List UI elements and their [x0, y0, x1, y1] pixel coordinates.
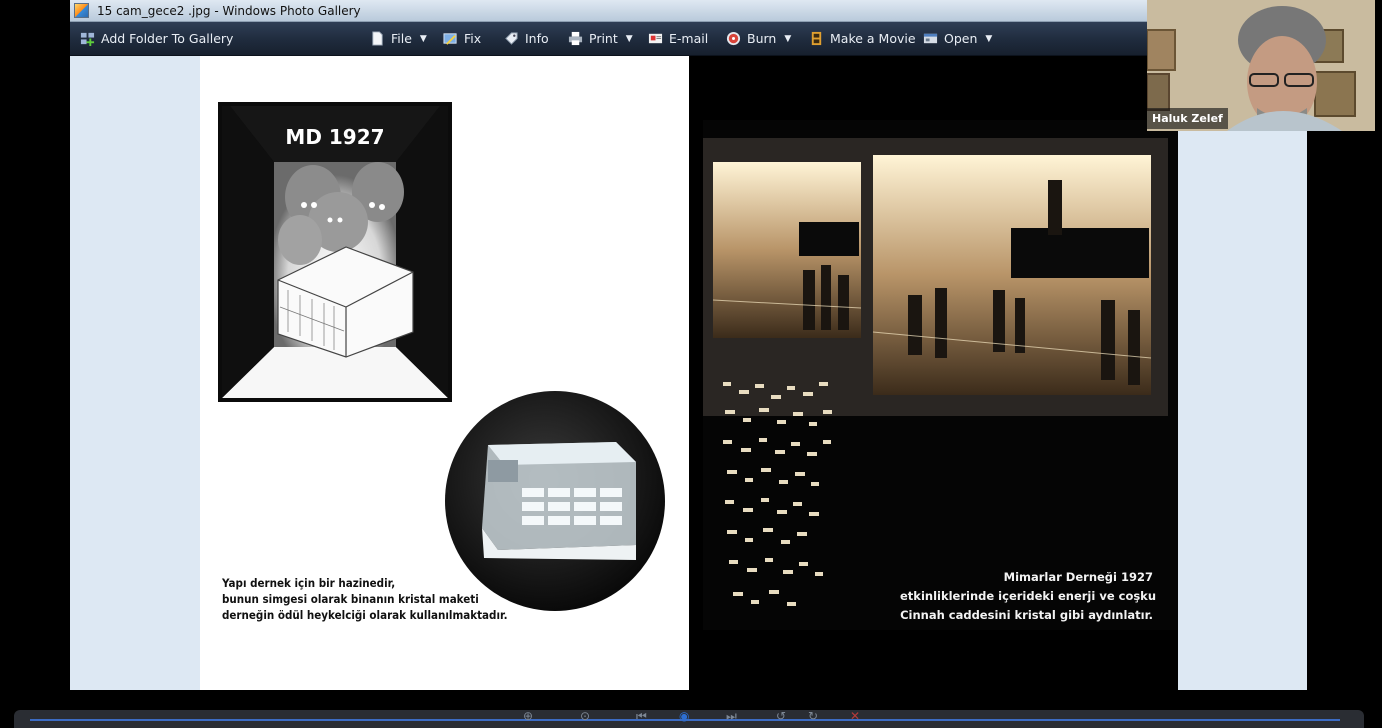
comic-title: MD 1927	[285, 125, 384, 149]
file-label: File	[391, 31, 412, 46]
film-strip-icon	[811, 31, 822, 46]
chevron-down-icon: ▼	[985, 33, 993, 44]
fix-icon	[443, 33, 457, 45]
caption-right-line: etkinliklerinde içerideki enerji ve coşk…	[900, 589, 1157, 603]
slideshow-icon[interactable]: ◉	[679, 709, 689, 723]
add-folder-label: Add Folder To Gallery	[101, 31, 234, 46]
email-label: E-mail	[669, 31, 709, 46]
chevron-down-icon: ▼	[625, 33, 633, 44]
add-folder-icon	[80, 32, 95, 46]
caption-right: Mimarlar Derneği 1927 etkinliklerinde iç…	[900, 568, 1157, 625]
file-icon	[372, 31, 383, 46]
night-building-photo	[703, 120, 1178, 630]
caption-left: Yapı dernek için bir hazinedir, bunun si…	[222, 575, 508, 623]
email-button[interactable]: E-mail	[648, 22, 708, 55]
info-label: Info	[525, 31, 549, 46]
print-label: Print	[589, 31, 618, 46]
zoom-icon[interactable]: ⊕	[523, 709, 533, 723]
actual-size-icon[interactable]: ⊙	[580, 709, 590, 723]
delete-icon[interactable]: ✕	[850, 709, 860, 723]
chevron-down-icon: ▼	[784, 33, 792, 44]
window-titlebar: 15 cam_gece2 .jpg - Windows Photo Galler…	[70, 0, 1147, 22]
open-menu[interactable]: Open ▼	[923, 22, 992, 55]
next-icon[interactable]: ⏭	[726, 709, 737, 724]
printer-icon	[568, 31, 583, 46]
fix-label: Fix	[464, 31, 482, 46]
burn-label: Burn	[747, 31, 777, 46]
burn-disc-icon	[726, 31, 741, 46]
caption-left-line: derneğin ödül heykelciği olarak kullanıl…	[222, 608, 508, 622]
email-icon	[648, 33, 663, 44]
caption-right-line: Cinnah caddesini kristal gibi aydınlatır…	[900, 608, 1153, 622]
participant-name-tag: Haluk Zelef	[1147, 108, 1228, 129]
photo-gallery-app-icon	[74, 3, 89, 18]
make-movie-label: Make a Movie	[830, 31, 916, 46]
caption-right-line: Mimarlar Derneği 1927	[1003, 570, 1153, 584]
add-folder-button[interactable]: Add Folder To Gallery	[80, 22, 233, 55]
caption-left-line: bunun simgesi olarak binanın kristal mak…	[222, 592, 479, 606]
window-title: 15 cam_gece2 .jpg - Windows Photo Galler…	[97, 3, 361, 18]
print-menu[interactable]: Print ▼	[568, 22, 633, 55]
comic-illustration: MD 1927	[218, 102, 452, 402]
burn-menu[interactable]: Burn ▼	[726, 22, 791, 55]
caption-left-line: Yapı dernek için bir hazinedir,	[222, 576, 396, 590]
chevron-down-icon: ▼	[419, 33, 427, 44]
info-tag-icon	[505, 32, 518, 45]
open-label: Open	[944, 31, 978, 46]
make-movie-button[interactable]: Make a Movie	[809, 22, 916, 55]
toolbar: Add Folder To Gallery File ▼ Fix Info Pri…	[70, 22, 1147, 56]
file-menu[interactable]: File ▼	[370, 22, 427, 55]
rotate-left-icon[interactable]: ↺	[776, 709, 786, 723]
fix-button[interactable]: Fix	[443, 22, 481, 55]
rotate-right-icon[interactable]: ↻	[808, 709, 818, 723]
open-window-icon	[923, 33, 938, 44]
previous-icon[interactable]: ⏮	[636, 709, 647, 724]
info-button[interactable]: Info	[504, 22, 549, 55]
